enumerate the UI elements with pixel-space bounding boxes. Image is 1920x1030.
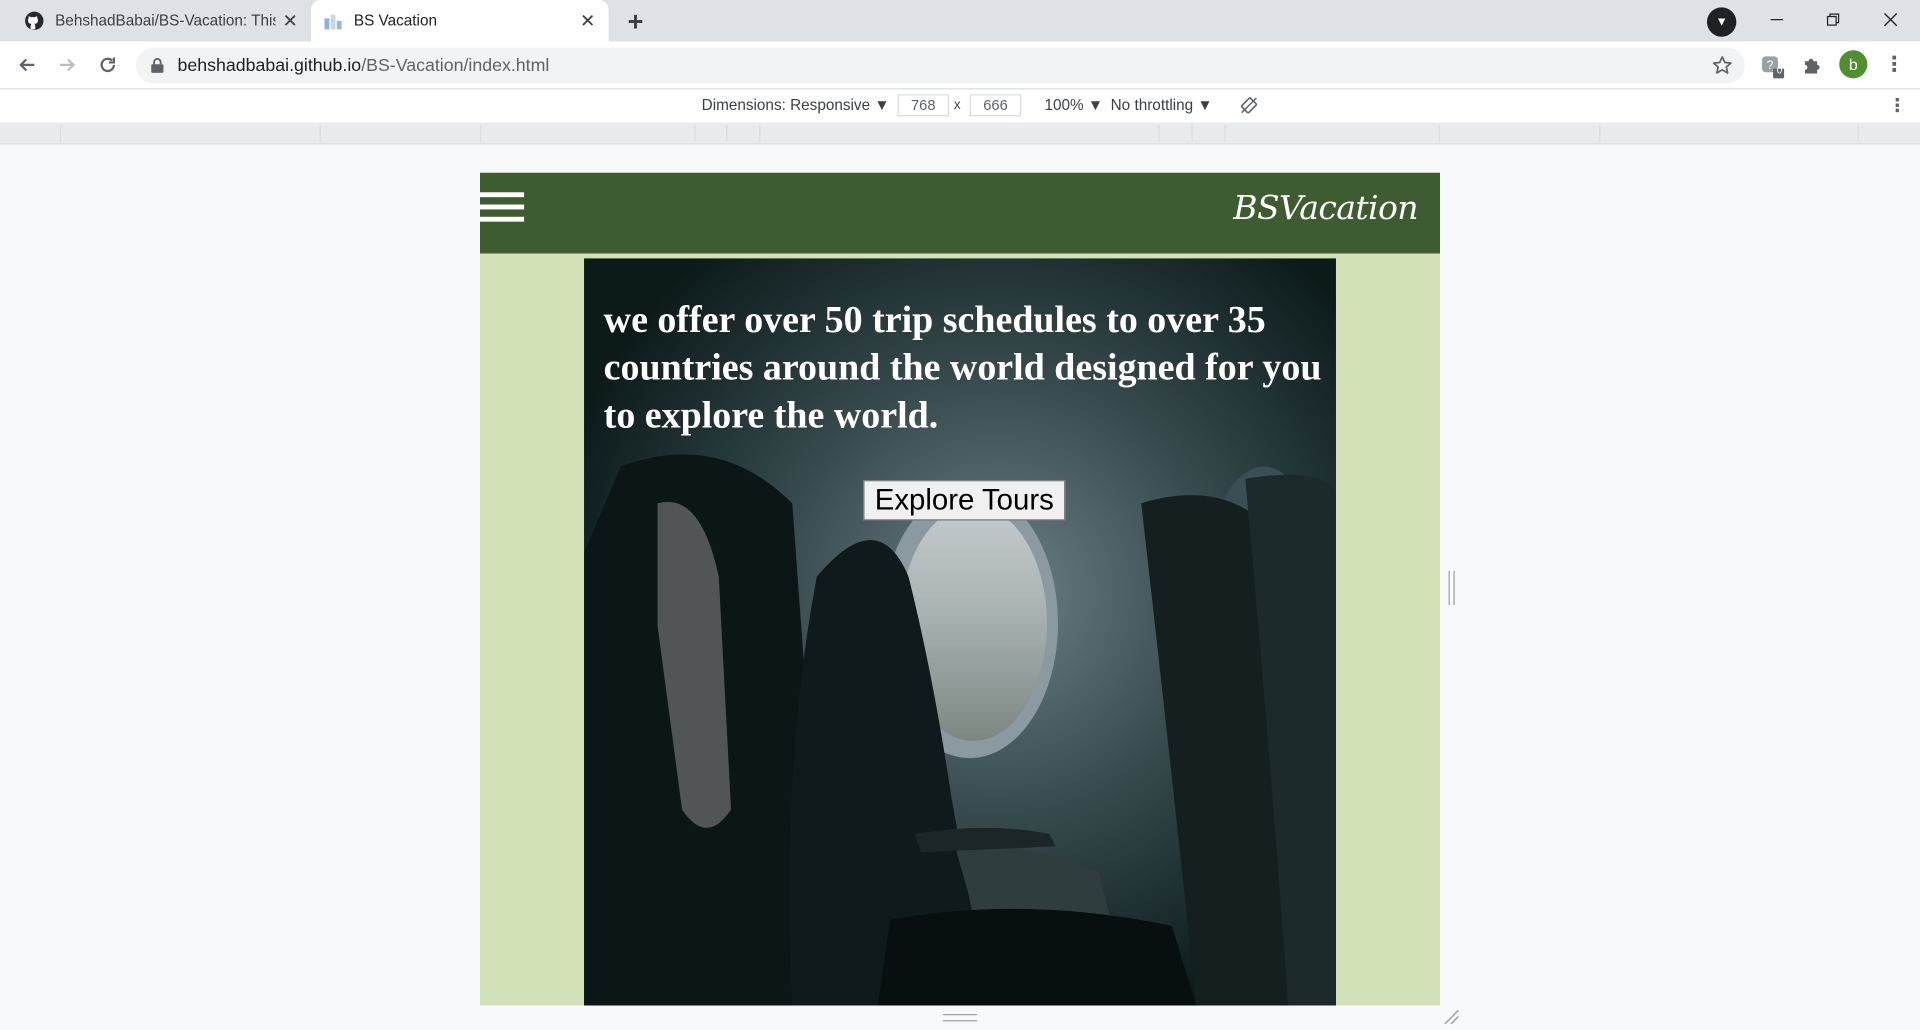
- zoom-dropdown[interactable]: 100% ▼: [1044, 97, 1103, 114]
- device-more-icon[interactable]: ⋮: [1888, 94, 1906, 117]
- height-input[interactable]: 666: [969, 94, 1022, 117]
- hero-text: we offer over 50 trip schedules to over …: [603, 297, 1322, 436]
- lock-icon: [151, 58, 164, 73]
- mq-divider: [1191, 124, 1193, 143]
- forward-icon[interactable]: [50, 48, 84, 82]
- mq-divider: [1158, 124, 1160, 143]
- reload-icon[interactable]: [91, 48, 125, 82]
- url-path: /BS-Vacation/index.html: [361, 55, 550, 76]
- device-toolbar: Dimensions: Responsive ▼ 768 x 666 100% …: [0, 88, 1920, 123]
- close-icon[interactable]: ✕: [280, 11, 300, 32]
- tab-title: BS Vacation: [353, 12, 437, 30]
- width-input[interactable]: 768: [897, 94, 949, 117]
- hamburger-menu-icon[interactable]: [480, 192, 525, 222]
- tab-search-icon[interactable]: ▼: [1706, 7, 1737, 37]
- url-text: behshadbabai.github.io/BS-Vacation/index…: [178, 56, 550, 76]
- mq-divider: [319, 124, 321, 143]
- tab-bs-vacation[interactable]: BS Vacation ✕: [311, 0, 609, 42]
- resize-handle-right[interactable]: [1448, 570, 1455, 606]
- mq-divider: [1599, 124, 1601, 143]
- new-tab-button[interactable]: +: [618, 5, 652, 39]
- mq-divider: [60, 124, 62, 143]
- mq-divider: [759, 124, 761, 143]
- restore-icon[interactable]: [1805, 0, 1861, 39]
- bookmark-star-icon[interactable]: [1712, 55, 1733, 76]
- tab-github[interactable]: BehshadBabai/BS-Vacation: This ✕: [10, 0, 311, 42]
- times-separator: x: [953, 97, 961, 113]
- extensions-puzzle-icon[interactable]: [1799, 53, 1826, 80]
- profile-avatar[interactable]: b: [1839, 50, 1868, 79]
- svg-text:?: ?: [1767, 58, 1774, 72]
- mq-divider: [1438, 124, 1441, 143]
- github-icon: [25, 11, 44, 31]
- media-query-bar[interactable]: [0, 122, 1920, 145]
- close-icon[interactable]: ✕: [578, 11, 598, 32]
- tab-strip: BehshadBabai/BS-Vacation: This ✕ BS Vaca…: [0, 0, 1920, 42]
- minimize-icon[interactable]: [1749, 0, 1805, 39]
- device-viewport: BSVacation we offer over 50 trip schedul…: [480, 172, 1441, 1006]
- extension-icon[interactable]: ? 0: [1758, 53, 1785, 80]
- browser-menu-icon[interactable]: ⋮: [1882, 51, 1906, 78]
- dimensions-dropdown[interactable]: Dimensions: Responsive ▼: [702, 97, 890, 114]
- tab-title: BehshadBabai/BS-Vacation: This: [55, 12, 276, 30]
- url-host: behshadbabai.github.io: [177, 55, 362, 76]
- mq-divider: [480, 124, 482, 143]
- site-header: BSVacation: [480, 172, 1441, 254]
- mq-divider: [1224, 124, 1226, 143]
- site-brand[interactable]: BSVacation: [1233, 190, 1418, 228]
- mq-divider: [726, 124, 728, 143]
- hero-section: we offer over 50 trip schedules to over …: [584, 258, 1336, 1006]
- window-close-icon[interactable]: [1862, 0, 1918, 39]
- mq-divider: [1857, 124, 1859, 143]
- browser-toolbar: behshadbabai.github.io/BS-Vacation/index…: [0, 41, 1920, 89]
- extension-badge: 0: [1776, 64, 1783, 76]
- resize-handle-bottom[interactable]: [942, 1014, 978, 1022]
- resize-corner-icon[interactable]: [1442, 1008, 1459, 1025]
- mq-divider: [694, 124, 696, 143]
- site-icon: [324, 14, 342, 30]
- rotate-icon[interactable]: [1239, 96, 1259, 116]
- back-icon[interactable]: [10, 48, 44, 82]
- throttling-dropdown[interactable]: No throttling ▼: [1111, 97, 1213, 114]
- explore-tours-button[interactable]: Explore Tours: [863, 480, 1066, 521]
- address-bar[interactable]: behshadbabai.github.io/BS-Vacation/index…: [135, 47, 1745, 84]
